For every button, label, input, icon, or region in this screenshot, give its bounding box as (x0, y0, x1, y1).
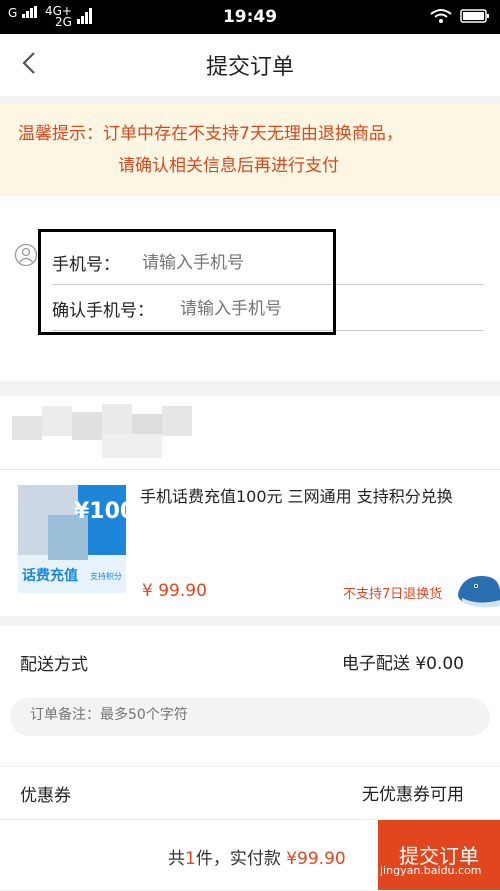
highlight-box (38, 229, 336, 335)
status-icons (430, 8, 490, 27)
thumb-price: ¥100 (74, 499, 126, 524)
page-title: 提交订单 (205, 55, 294, 80)
footer-bar: 共1件，实付款 ¥99.90 提交订单 (0, 819, 500, 890)
nav-bar: 提交订单 (0, 34, 500, 96)
remark-field[interactable] (10, 698, 490, 736)
battery-icon (460, 9, 489, 23)
whale-icon (458, 576, 500, 608)
submit-order-button[interactable]: 提交订单 (378, 820, 500, 890)
return-policy: 不支持7日退换货 (343, 587, 443, 602)
status-bar: G 4G+ 2G 19:49 (0, 0, 500, 34)
coupon-value: 无优惠券可用 (362, 785, 464, 805)
product-price: ¥ 99.90 (142, 581, 207, 601)
product-section: ¥100 话费充值 支持积分 手机话费充值100元 三网通用 支持积分兑换 ¥ … (0, 396, 500, 616)
clock: 19:49 (222, 7, 278, 27)
order-total: 共1件，实付款 ¥99.90 (168, 844, 346, 869)
user-icon (14, 243, 38, 267)
total-count: 1 (185, 849, 196, 869)
notice-line-1: 温馨提示：订单中存在不支持7天无理由退换商品， (18, 124, 403, 144)
divider (0, 469, 500, 470)
total-amount: ¥99.90 (286, 849, 346, 869)
delivery-section: 配送方式 电子配送 ¥0.00 (0, 626, 500, 766)
coupon-label: 优惠券 (20, 786, 71, 806)
watermark: jingyan.baidu.com (380, 864, 482, 877)
total-mid: 件，实付款 (195, 849, 281, 869)
delivery-value: 电子配送 ¥0.00 (341, 654, 464, 674)
remark-input[interactable] (28, 706, 472, 724)
notice-banner: 温馨提示：订单中存在不支持7天无理由退换商品， 请确认相关信息后再进行支付 (0, 103, 500, 195)
coupon-row[interactable]: 优惠券 无优惠券可用 (0, 766, 500, 819)
product-title[interactable]: 手机话费充值100元 三网通用 支持积分兑换 (140, 484, 480, 509)
notice-line-2: 请确认相关信息后再进行支付 (118, 156, 339, 176)
wifi-icon (430, 9, 452, 23)
shop-name-blurred (12, 400, 207, 458)
product-thumbnail[interactable]: ¥100 话费充值 支持积分 (18, 485, 126, 593)
thumb-sub: 支持积分 (90, 572, 122, 581)
thumb-tag: 话费充值 (22, 568, 78, 584)
delivery-label: 配送方式 (20, 655, 88, 675)
total-prefix: 共 (168, 849, 185, 869)
